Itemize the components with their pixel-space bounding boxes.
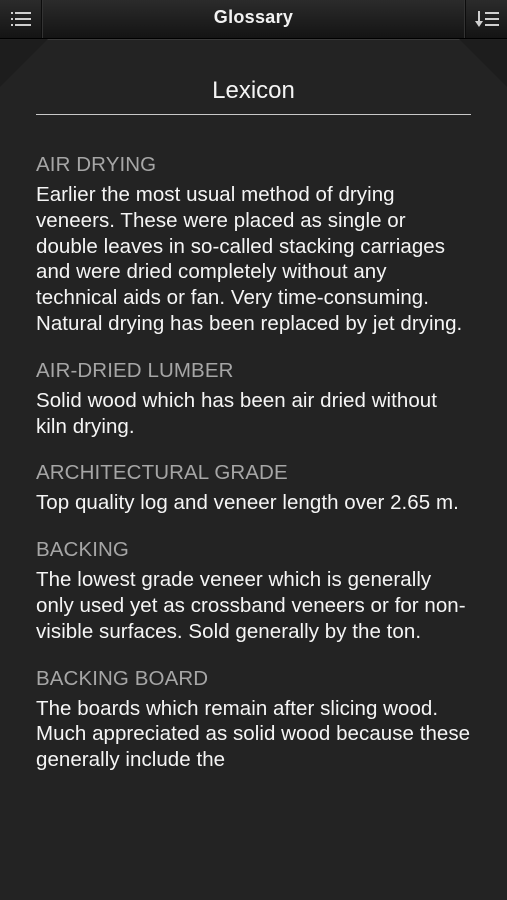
navigation-bar: Glossary <box>0 0 507 39</box>
title-divider <box>36 114 471 115</box>
entry-definition: Solid wood which has been air dried with… <box>36 388 437 438</box>
entry-term: AIR DRYING <box>36 153 157 176</box>
glossary-list[interactable]: AIR DRYING Earlier the most usual method… <box>36 153 471 773</box>
sort-list-icon <box>475 11 499 27</box>
entry-definition: Earlier the most usual method of drying … <box>36 183 463 335</box>
entry-term: AIR-DRIED LUMBER <box>36 358 234 382</box>
entry-definition: The lowest grade veneer which is general… <box>36 568 466 643</box>
entry-definition: The boards which remain after slicing wo… <box>36 696 471 772</box>
entry-definition: Top quality log and veneer length over 2… <box>36 491 459 515</box>
entry-term: ARCHITECTURAL GRADE <box>36 461 288 485</box>
glossary-entry[interactable]: BACKING BOARD The boards which remain af… <box>36 667 471 773</box>
entry-term: BACKING <box>36 538 129 562</box>
glossary-entry[interactable]: AIR DRYING Earlier the most usual method… <box>36 153 471 337</box>
sort-button[interactable] <box>465 0 507 38</box>
scroll-fade-overlay <box>0 838 507 900</box>
entry-term: BACKING BOARD <box>36 666 209 690</box>
glossary-entry[interactable]: AIR-DRIED LUMBER Solid wood which has be… <box>36 359 471 440</box>
glossary-content: Lexicon AIR DRYING Earlier the most usua… <box>36 39 471 795</box>
section-title: Lexicon <box>212 77 295 104</box>
glossary-screen: Glossary Lexicon AIR DRYING Earlier the … <box>0 0 507 900</box>
glossary-entry[interactable]: ARCHITECTURAL GRADE Top quality log and … <box>36 461 471 516</box>
page-title: Glossary <box>213 7 294 27</box>
glossary-entry[interactable]: BACKING The lowest grade veneer which is… <box>36 538 471 644</box>
